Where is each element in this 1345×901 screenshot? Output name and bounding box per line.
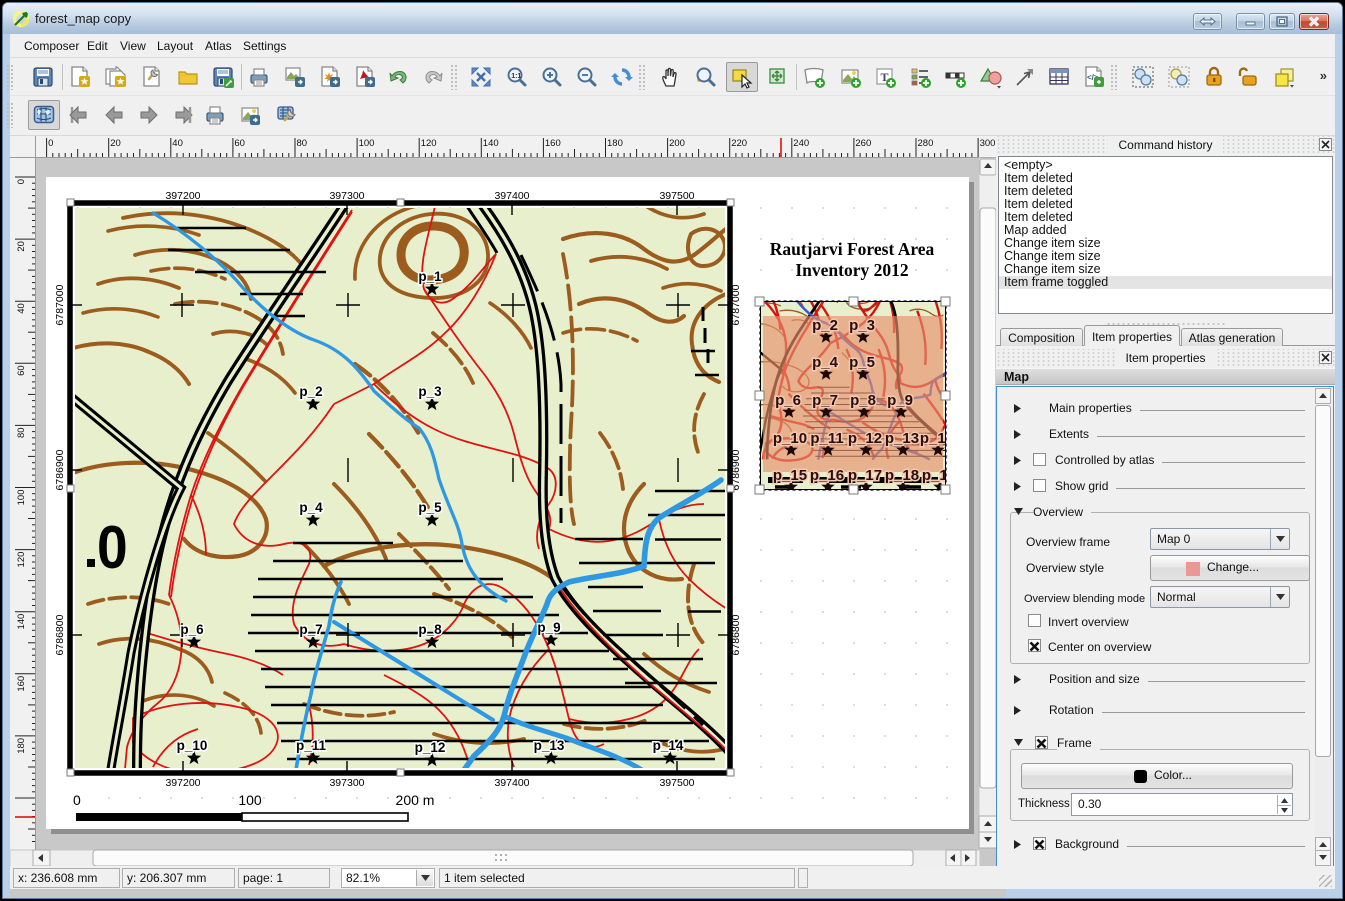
svg-text:p_2: p_2 [812, 317, 838, 334]
svg-text:p_6: p_6 [180, 622, 204, 637]
svg-text:p_13: p_13 [534, 738, 565, 753]
svg-text:160: 160 [545, 138, 561, 149]
svg-text:260: 260 [855, 138, 871, 149]
svg-text:100: 100 [16, 490, 27, 506]
svg-text:p_3: p_3 [849, 317, 875, 334]
svg-text:p_17: p_17 [848, 467, 882, 484]
svg-text:p_5: p_5 [418, 500, 442, 515]
svg-text:20: 20 [110, 138, 121, 149]
svg-text:397500: 397500 [659, 190, 694, 202]
svg-text:p_9: p_9 [887, 392, 913, 409]
svg-text:p_7: p_7 [812, 392, 838, 409]
svg-text:397200: 397200 [165, 190, 200, 202]
svg-text:280: 280 [918, 138, 934, 149]
svg-text:p_6: p_6 [775, 392, 801, 409]
svg-text:p_4: p_4 [812, 354, 839, 371]
svg-text:200 m: 200 m [396, 792, 435, 808]
svg-text:p_12: p_12 [415, 740, 446, 755]
svg-text:6787000: 6787000 [54, 284, 66, 325]
svg-text:80: 80 [16, 427, 27, 438]
svg-text:p_9: p_9 [537, 620, 560, 635]
svg-text:80: 80 [297, 138, 308, 149]
svg-text:240: 240 [793, 138, 809, 149]
svg-text:100: 100 [238, 792, 262, 808]
svg-text:p_15: p_15 [773, 467, 807, 484]
svg-text:p_14: p_14 [653, 738, 684, 753]
svg-text:0: 0 [73, 792, 81, 808]
svg-text:p_8: p_8 [850, 392, 876, 409]
svg-text:300: 300 [980, 138, 996, 149]
svg-text:p_10: p_10 [773, 430, 807, 447]
svg-text:p_5: p_5 [849, 354, 875, 371]
svg-text:Inventory 2012: Inventory 2012 [795, 260, 908, 280]
svg-text:120: 120 [16, 552, 27, 568]
svg-text:60: 60 [16, 365, 27, 376]
svg-text:0: 0 [48, 138, 53, 149]
svg-text:6786900: 6786900 [54, 449, 66, 490]
svg-text:397400: 397400 [494, 190, 529, 202]
svg-text:6786800: 6786800 [54, 614, 66, 655]
svg-text:p_4: p_4 [299, 500, 323, 515]
svg-text:397400: 397400 [494, 777, 529, 789]
svg-text:p_7: p_7 [299, 622, 322, 637]
svg-text:p_18: p_18 [885, 467, 919, 484]
svg-text:p_16: p_16 [810, 467, 844, 484]
svg-text:40: 40 [172, 138, 183, 149]
svg-text:0: 0 [97, 515, 128, 582]
svg-text:Rautjarvi Forest Area: Rautjarvi Forest Area [770, 239, 935, 259]
svg-text:p_13: p_13 [885, 430, 919, 447]
svg-text:397200: 397200 [165, 777, 200, 789]
svg-text:p_1: p_1 [418, 269, 442, 284]
svg-text:140: 140 [16, 614, 27, 630]
svg-text:20: 20 [16, 241, 27, 252]
svg-text:p_10: p_10 [177, 738, 208, 753]
svg-text:140: 140 [483, 138, 499, 149]
svg-text:p_12: p_12 [848, 430, 882, 447]
svg-text:397300: 397300 [329, 190, 364, 202]
svg-text:1:1: 1:1 [511, 73, 521, 80]
svg-text:180: 180 [16, 738, 27, 754]
svg-text:160: 160 [16, 676, 27, 692]
svg-text:0: 0 [16, 179, 27, 184]
svg-text:40: 40 [16, 303, 27, 314]
svg-text:p_3: p_3 [418, 384, 442, 399]
svg-text:p_2: p_2 [299, 384, 322, 399]
svg-text:100: 100 [359, 138, 375, 149]
svg-text:397300: 397300 [329, 777, 364, 789]
svg-text:397500: 397500 [659, 777, 694, 789]
svg-text:p_11: p_11 [810, 430, 843, 447]
svg-text:p_8: p_8 [418, 622, 442, 637]
svg-text:220: 220 [731, 138, 747, 149]
svg-text:180: 180 [607, 138, 623, 149]
svg-text:60: 60 [234, 138, 245, 149]
svg-text:p_11: p_11 [296, 738, 327, 753]
svg-text:200: 200 [669, 138, 685, 149]
svg-text:120: 120 [421, 138, 437, 149]
